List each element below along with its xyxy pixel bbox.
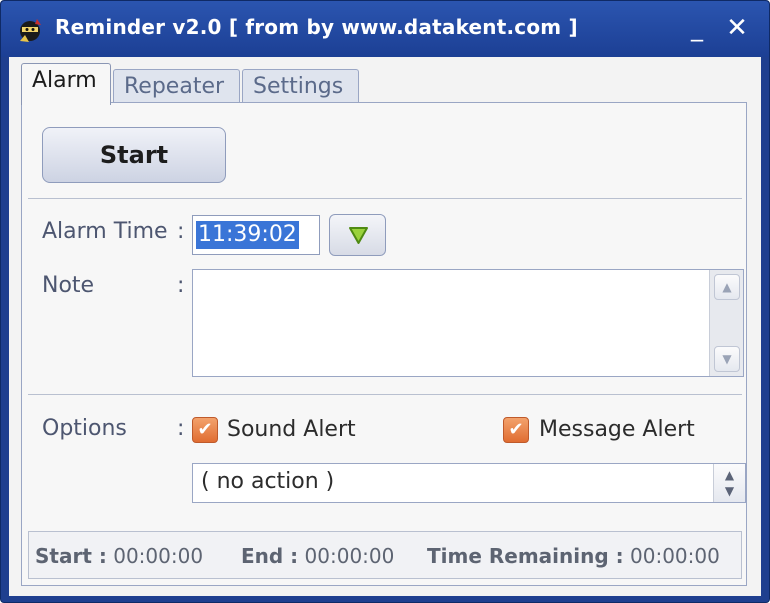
alarm-time-input[interactable]: 11:39:02 [192, 215, 320, 255]
minimize-button[interactable]: _ [682, 13, 712, 43]
note-scrollbar[interactable]: ▲ ▼ [709, 270, 743, 376]
close-button[interactable]: ✕ [722, 13, 752, 43]
options-colon: : [177, 416, 185, 441]
alarm-time-label: Alarm Time [42, 219, 168, 244]
scroll-down-icon[interactable]: ▼ [714, 346, 740, 372]
time-picker-button[interactable] [329, 214, 386, 256]
status-end: End : 00:00:00 [241, 544, 394, 568]
sound-alert-label[interactable]: Sound Alert [227, 417, 356, 442]
status-end-label: End : [241, 544, 299, 568]
status-start-label: Start : [35, 544, 107, 568]
status-bar: Start : 00:00:00 End : 00:00:00 Time Rem… [28, 531, 742, 579]
status-remaining: Time Remaining : 00:00:00 [427, 544, 720, 568]
spin-arrows-icon[interactable]: ▲ ▼ [713, 464, 745, 502]
alarm-panel: Start Alarm Time : 11:39:02 Note : ▲ ▼ O… [21, 102, 747, 586]
note-textarea[interactable]: ▲ ▼ [192, 269, 744, 377]
alarm-time-value: 11:39:02 [196, 221, 299, 249]
status-remaining-label: Time Remaining : [427, 544, 624, 568]
action-select-value: ( no action ) [201, 469, 335, 494]
options-label: Options [42, 416, 127, 441]
app-icon [20, 19, 41, 42]
scroll-up-icon[interactable]: ▲ [714, 274, 740, 300]
sound-alert-checkbox[interactable]: ✔ [192, 417, 218, 443]
tab-repeater[interactable]: Repeater [113, 69, 240, 103]
message-alert-checkbox[interactable]: ✔ [503, 417, 529, 443]
note-label: Note [42, 273, 95, 298]
message-alert-label[interactable]: Message Alert [539, 417, 695, 442]
start-button[interactable]: Start [42, 127, 226, 183]
note-colon: : [177, 273, 185, 298]
window-title: Reminder v2.0 [ from by www.datakent.com… [55, 15, 578, 39]
status-remaining-value: 00:00:00 [630, 544, 720, 568]
client-area: Alarm Repeater Settings Start Alarm Time… [9, 57, 761, 596]
title-bar[interactable]: Reminder v2.0 [ from by www.datakent.com… [1, 1, 769, 57]
tab-alarm[interactable]: Alarm [21, 63, 111, 105]
divider [28, 394, 742, 395]
triangle-down-icon [349, 227, 368, 244]
action-select[interactable]: ( no action ) ▲ ▼ [192, 463, 746, 503]
alarm-time-colon: : [177, 219, 185, 244]
status-start-value: 00:00:00 [113, 544, 204, 568]
status-start: Start : 00:00:00 [35, 544, 203, 568]
tab-settings[interactable]: Settings [242, 69, 359, 103]
checkmark-icon: ✔ [197, 419, 213, 440]
app-window: Reminder v2.0 [ from by www.datakent.com… [0, 0, 770, 603]
divider [28, 198, 742, 199]
checkmark-icon: ✔ [508, 419, 524, 440]
status-end-value: 00:00:00 [304, 544, 395, 568]
